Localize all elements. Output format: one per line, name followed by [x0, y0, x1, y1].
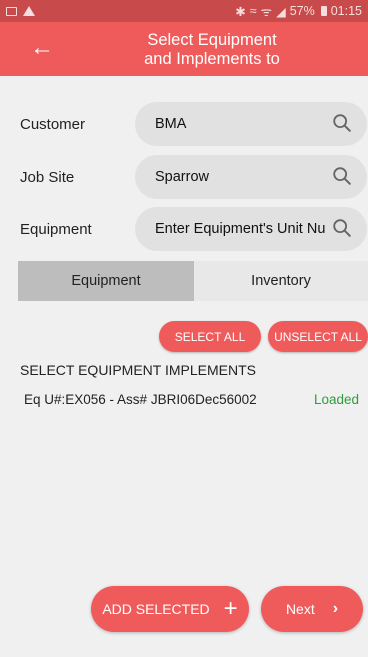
- unselect-all-button[interactable]: UNSELECT ALL: [268, 321, 368, 352]
- next-button[interactable]: Next ›: [261, 586, 363, 632]
- tab-inventory[interactable]: Inventory: [194, 261, 368, 301]
- equipment-label: Equipment: [20, 221, 92, 238]
- battery-level: 57%: [289, 4, 315, 18]
- equipment-row: Equipment Enter Equipment's Unit Nu: [0, 207, 368, 251]
- chevron-right-icon: ›: [332, 600, 339, 617]
- title-clip: [0, 68, 368, 76]
- customer-value: BMA: [155, 116, 187, 132]
- signal-icon: ◢: [276, 4, 286, 19]
- status-badge: Loaded: [313, 392, 359, 407]
- app-bar: ← Select Equipment and Implements to: [0, 22, 368, 76]
- status-right: ✱ ≈ ᯤ ◢ 57% 01:15: [235, 3, 362, 20]
- page-title-line2: and Implements to: [144, 50, 280, 68]
- status-left: [6, 6, 35, 16]
- battery-icon: [320, 6, 327, 16]
- job-site-field[interactable]: Sparrow: [135, 155, 367, 199]
- search-icon[interactable]: [331, 112, 353, 134]
- job-site-label: Job Site: [20, 169, 75, 186]
- warning-icon: [23, 6, 35, 16]
- clock: 01:15: [330, 4, 362, 18]
- status-bar: ✱ ≈ ᯤ ◢ 57% 01:15: [0, 0, 368, 22]
- customer-field[interactable]: BMA: [135, 102, 367, 146]
- plus-icon: +: [223, 595, 238, 622]
- bluetooth-icon: ✱: [235, 4, 246, 19]
- mute-icon: ≈: [249, 4, 257, 18]
- equipment-field[interactable]: Enter Equipment's Unit Nu: [135, 207, 367, 251]
- search-icon[interactable]: [331, 217, 353, 239]
- wifi-icon: ᯤ: [260, 4, 273, 19]
- add-selected-label: ADD SELECTED: [102, 601, 210, 617]
- section-header: SELECT EQUIPMENT IMPLEMENTS: [20, 362, 256, 378]
- job-site-row: Job Site Sparrow: [0, 155, 368, 199]
- next-label: Next: [285, 601, 315, 617]
- page-title-line1: Select Equipment: [147, 31, 277, 49]
- page-title: Select Equipment and Implements to: [96, 31, 328, 69]
- gallery-icon: [6, 6, 17, 16]
- arrow-left-icon[interactable]: ←: [30, 36, 54, 60]
- tab-equipment[interactable]: Equipment: [18, 261, 194, 301]
- job-site-value: Sparrow: [155, 169, 209, 185]
- list-item[interactable]: Eq U#:EX056 - Ass# JBRI06Dec56002 Loaded: [0, 389, 368, 413]
- customer-label: Customer: [20, 116, 86, 133]
- search-icon[interactable]: [331, 165, 353, 187]
- select-all-button[interactable]: SELECT ALL: [159, 321, 261, 352]
- equipment-placeholder: Enter Equipment's Unit Nu: [155, 221, 326, 237]
- tab-bar: Equipment Inventory: [18, 261, 368, 301]
- customer-row: Customer BMA: [0, 102, 368, 146]
- item-text: Eq U#:EX056 - Ass# JBRI06Dec56002: [24, 392, 257, 407]
- add-selected-button[interactable]: ADD SELECTED +: [91, 586, 249, 632]
